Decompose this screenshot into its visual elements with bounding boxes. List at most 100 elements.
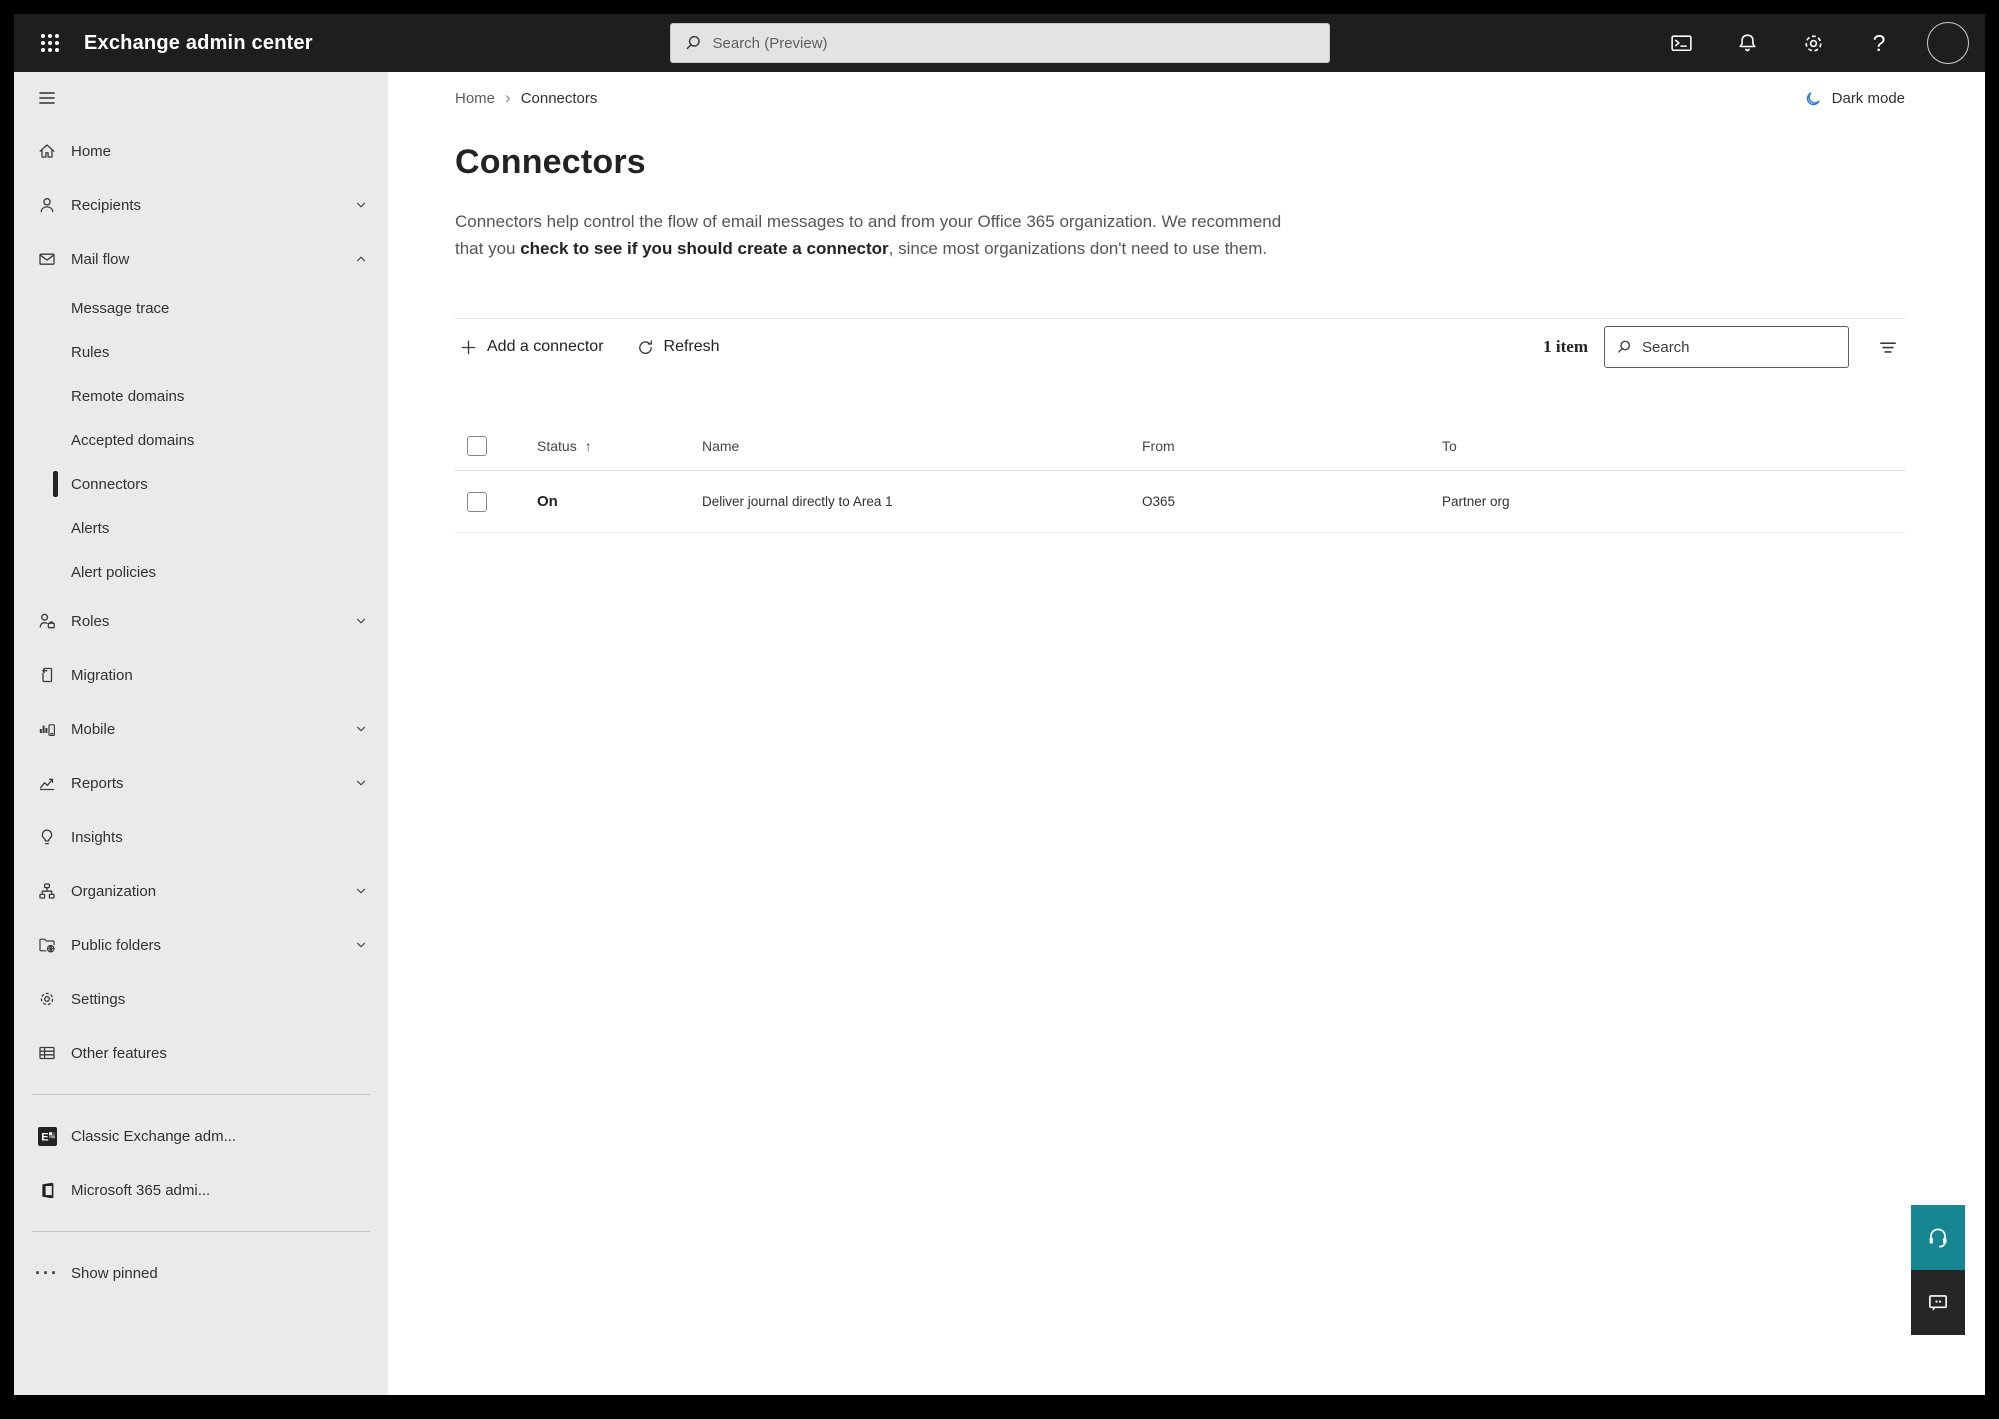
- chevron-down-icon: [354, 198, 368, 212]
- microsoft-365-logo-icon: [37, 1180, 57, 1200]
- column-header-label: Status: [537, 437, 577, 454]
- sidebar-item-label: Classic Exchange adm...: [71, 1127, 237, 1145]
- cell-from: O365: [1142, 494, 1176, 509]
- moon-icon: [1804, 89, 1823, 108]
- sidebar-item-rules[interactable]: Rules: [14, 330, 388, 374]
- sidebar-item-label: Migration: [71, 666, 133, 684]
- description-emphasis: check to see if you should create a conn…: [520, 239, 889, 258]
- ellipsis-icon: ···: [35, 1262, 59, 1283]
- sidebar-item-mail-flow[interactable]: Mail flow: [14, 232, 388, 286]
- chevron-down-icon: [354, 722, 368, 736]
- sidebar-item-label: Show pinned: [71, 1264, 158, 1282]
- breadcrumb-home-link[interactable]: Home: [455, 90, 495, 107]
- list-search-input[interactable]: [1642, 338, 1838, 356]
- sidebar-item-classic-exchange-admin[interactable]: E Classic Exchange adm...: [14, 1109, 388, 1163]
- sidebar-item-show-pinned[interactable]: ··· Show pinned: [14, 1246, 388, 1300]
- item-count: 1 item: [1543, 337, 1588, 356]
- support-button[interactable]: [1911, 1205, 1965, 1270]
- sidebar-item-recipients[interactable]: Recipients: [14, 178, 388, 232]
- column-header-name[interactable]: Name: [690, 438, 1130, 454]
- sidebar-item-insights[interactable]: Insights: [14, 810, 388, 864]
- hamburger-icon: [37, 88, 57, 108]
- chevron-down-icon: [354, 776, 368, 790]
- sidebar-item-label: Public folders: [71, 936, 162, 954]
- sidebar-item-label: Insights: [71, 828, 123, 846]
- sidebar-item-alerts[interactable]: Alerts: [14, 506, 388, 550]
- sidebar-item-connectors[interactable]: Connectors: [14, 462, 388, 506]
- global-search-box[interactable]: [669, 23, 1330, 63]
- chevron-down-icon: [354, 938, 368, 952]
- help-button[interactable]: ?: [1861, 25, 1897, 61]
- sidebar-item-organization[interactable]: Organization: [14, 864, 388, 918]
- classic-exchange-logo-icon: E: [37, 1126, 57, 1146]
- cell-status: On: [537, 493, 558, 510]
- breadcrumb-current: Connectors: [520, 89, 598, 107]
- filter-button[interactable]: [1871, 330, 1905, 364]
- add-connector-button[interactable]: Add a connector: [455, 332, 608, 363]
- sidebar-item-public-folders[interactable]: Public folders: [14, 918, 388, 972]
- app-title: Exchange admin center: [84, 31, 313, 54]
- sidebar-item-other-features[interactable]: Other features: [14, 1026, 388, 1080]
- sidebar-subitem-label: Accepted domains: [71, 431, 195, 449]
- line-chart-icon: [37, 773, 57, 793]
- dark-mode-toggle[interactable]: Dark mode: [1804, 89, 1905, 108]
- table-icon: [37, 1043, 57, 1063]
- sidebar-item-alert-policies[interactable]: Alert policies: [14, 550, 388, 594]
- sidebar-item-label: Microsoft 365 admi...: [71, 1181, 211, 1199]
- sidebar-item-microsoft-365-admin[interactable]: Microsoft 365 admi...: [14, 1163, 388, 1217]
- notifications-button[interactable]: [1729, 25, 1765, 61]
- select-all-checkbox[interactable]: [467, 435, 487, 456]
- sidebar-item-label: Mobile: [71, 720, 116, 738]
- sidebar-item-settings[interactable]: Settings: [14, 972, 388, 1026]
- sidebar-item-mobile[interactable]: Mobile: [14, 702, 388, 756]
- sidebar-item-message-trace[interactable]: Message trace: [14, 286, 388, 330]
- sidebar-item-label: Recipients: [71, 196, 142, 214]
- terminal-icon: [1669, 31, 1694, 56]
- sidebar-collapse-button[interactable]: [14, 72, 388, 124]
- chevron-down-icon: [354, 884, 368, 898]
- sidebar-item-accepted-domains[interactable]: Accepted domains: [14, 418, 388, 462]
- search-icon: [1615, 338, 1633, 356]
- page-title: Connectors: [455, 143, 646, 181]
- add-connector-label: Add a connector: [487, 338, 604, 355]
- feedback-button[interactable]: [1911, 1270, 1965, 1335]
- app-window: Exchange admin center Search (Preview) ?…: [14, 14, 1985, 1395]
- sidebar-subitem-label: Alerts: [71, 519, 110, 537]
- cloud-shell-button[interactable]: [1663, 25, 1699, 61]
- list-search-box[interactable]: [1604, 326, 1849, 368]
- sidebar-item-reports[interactable]: Reports: [14, 756, 388, 810]
- refresh-label: Refresh: [663, 338, 720, 355]
- sort-ascending-icon: ↑: [584, 437, 592, 454]
- sidebar-item-migration[interactable]: Migration: [14, 648, 388, 702]
- page-description: Connectors help control the flow of emai…: [455, 208, 1313, 262]
- sidebar-item-home[interactable]: Home: [14, 124, 388, 178]
- list-toolbar: Add a connector Refresh 1 item: [455, 319, 1905, 375]
- row-checkbox[interactable]: [467, 491, 487, 512]
- topbar-actions: ?: [1663, 22, 1969, 64]
- help-icon: ?: [1872, 29, 1886, 56]
- sidebar-subitem-label: Remote domains: [71, 387, 185, 405]
- refresh-button[interactable]: Refresh: [632, 332, 724, 363]
- column-header-status[interactable]: Status ↑: [525, 438, 690, 454]
- sidebar: Home Recipients Mail flow Message trace …: [14, 72, 388, 1395]
- sidebar-item-roles[interactable]: Roles: [14, 594, 388, 648]
- column-header-from[interactable]: From: [1130, 438, 1430, 454]
- sidebar-item-label: Home: [71, 142, 112, 160]
- gear-icon: [1801, 31, 1826, 56]
- cell-name[interactable]: Deliver journal directly to Area 1: [690, 494, 1130, 509]
- gear-icon: [37, 989, 57, 1009]
- sidebar-item-label: Other features: [71, 1044, 167, 1062]
- sidebar-item-remote-domains[interactable]: Remote domains: [14, 374, 388, 418]
- person-icon: [37, 195, 57, 215]
- description-text: , since most organizations don't need to…: [888, 239, 1268, 258]
- column-header-to[interactable]: To: [1430, 438, 1905, 454]
- mobile-icon: [37, 719, 57, 739]
- table-row[interactable]: On Deliver journal directly to Area 1 O3…: [455, 471, 1905, 533]
- org-chart-icon: [37, 881, 57, 901]
- account-avatar[interactable]: [1927, 22, 1969, 64]
- app-launcher-button[interactable]: [30, 23, 70, 63]
- lightbulb-icon: [37, 827, 57, 847]
- global-search-input[interactable]: [712, 34, 1317, 52]
- folder-globe-icon: [37, 935, 57, 955]
- settings-button[interactable]: [1795, 25, 1831, 61]
